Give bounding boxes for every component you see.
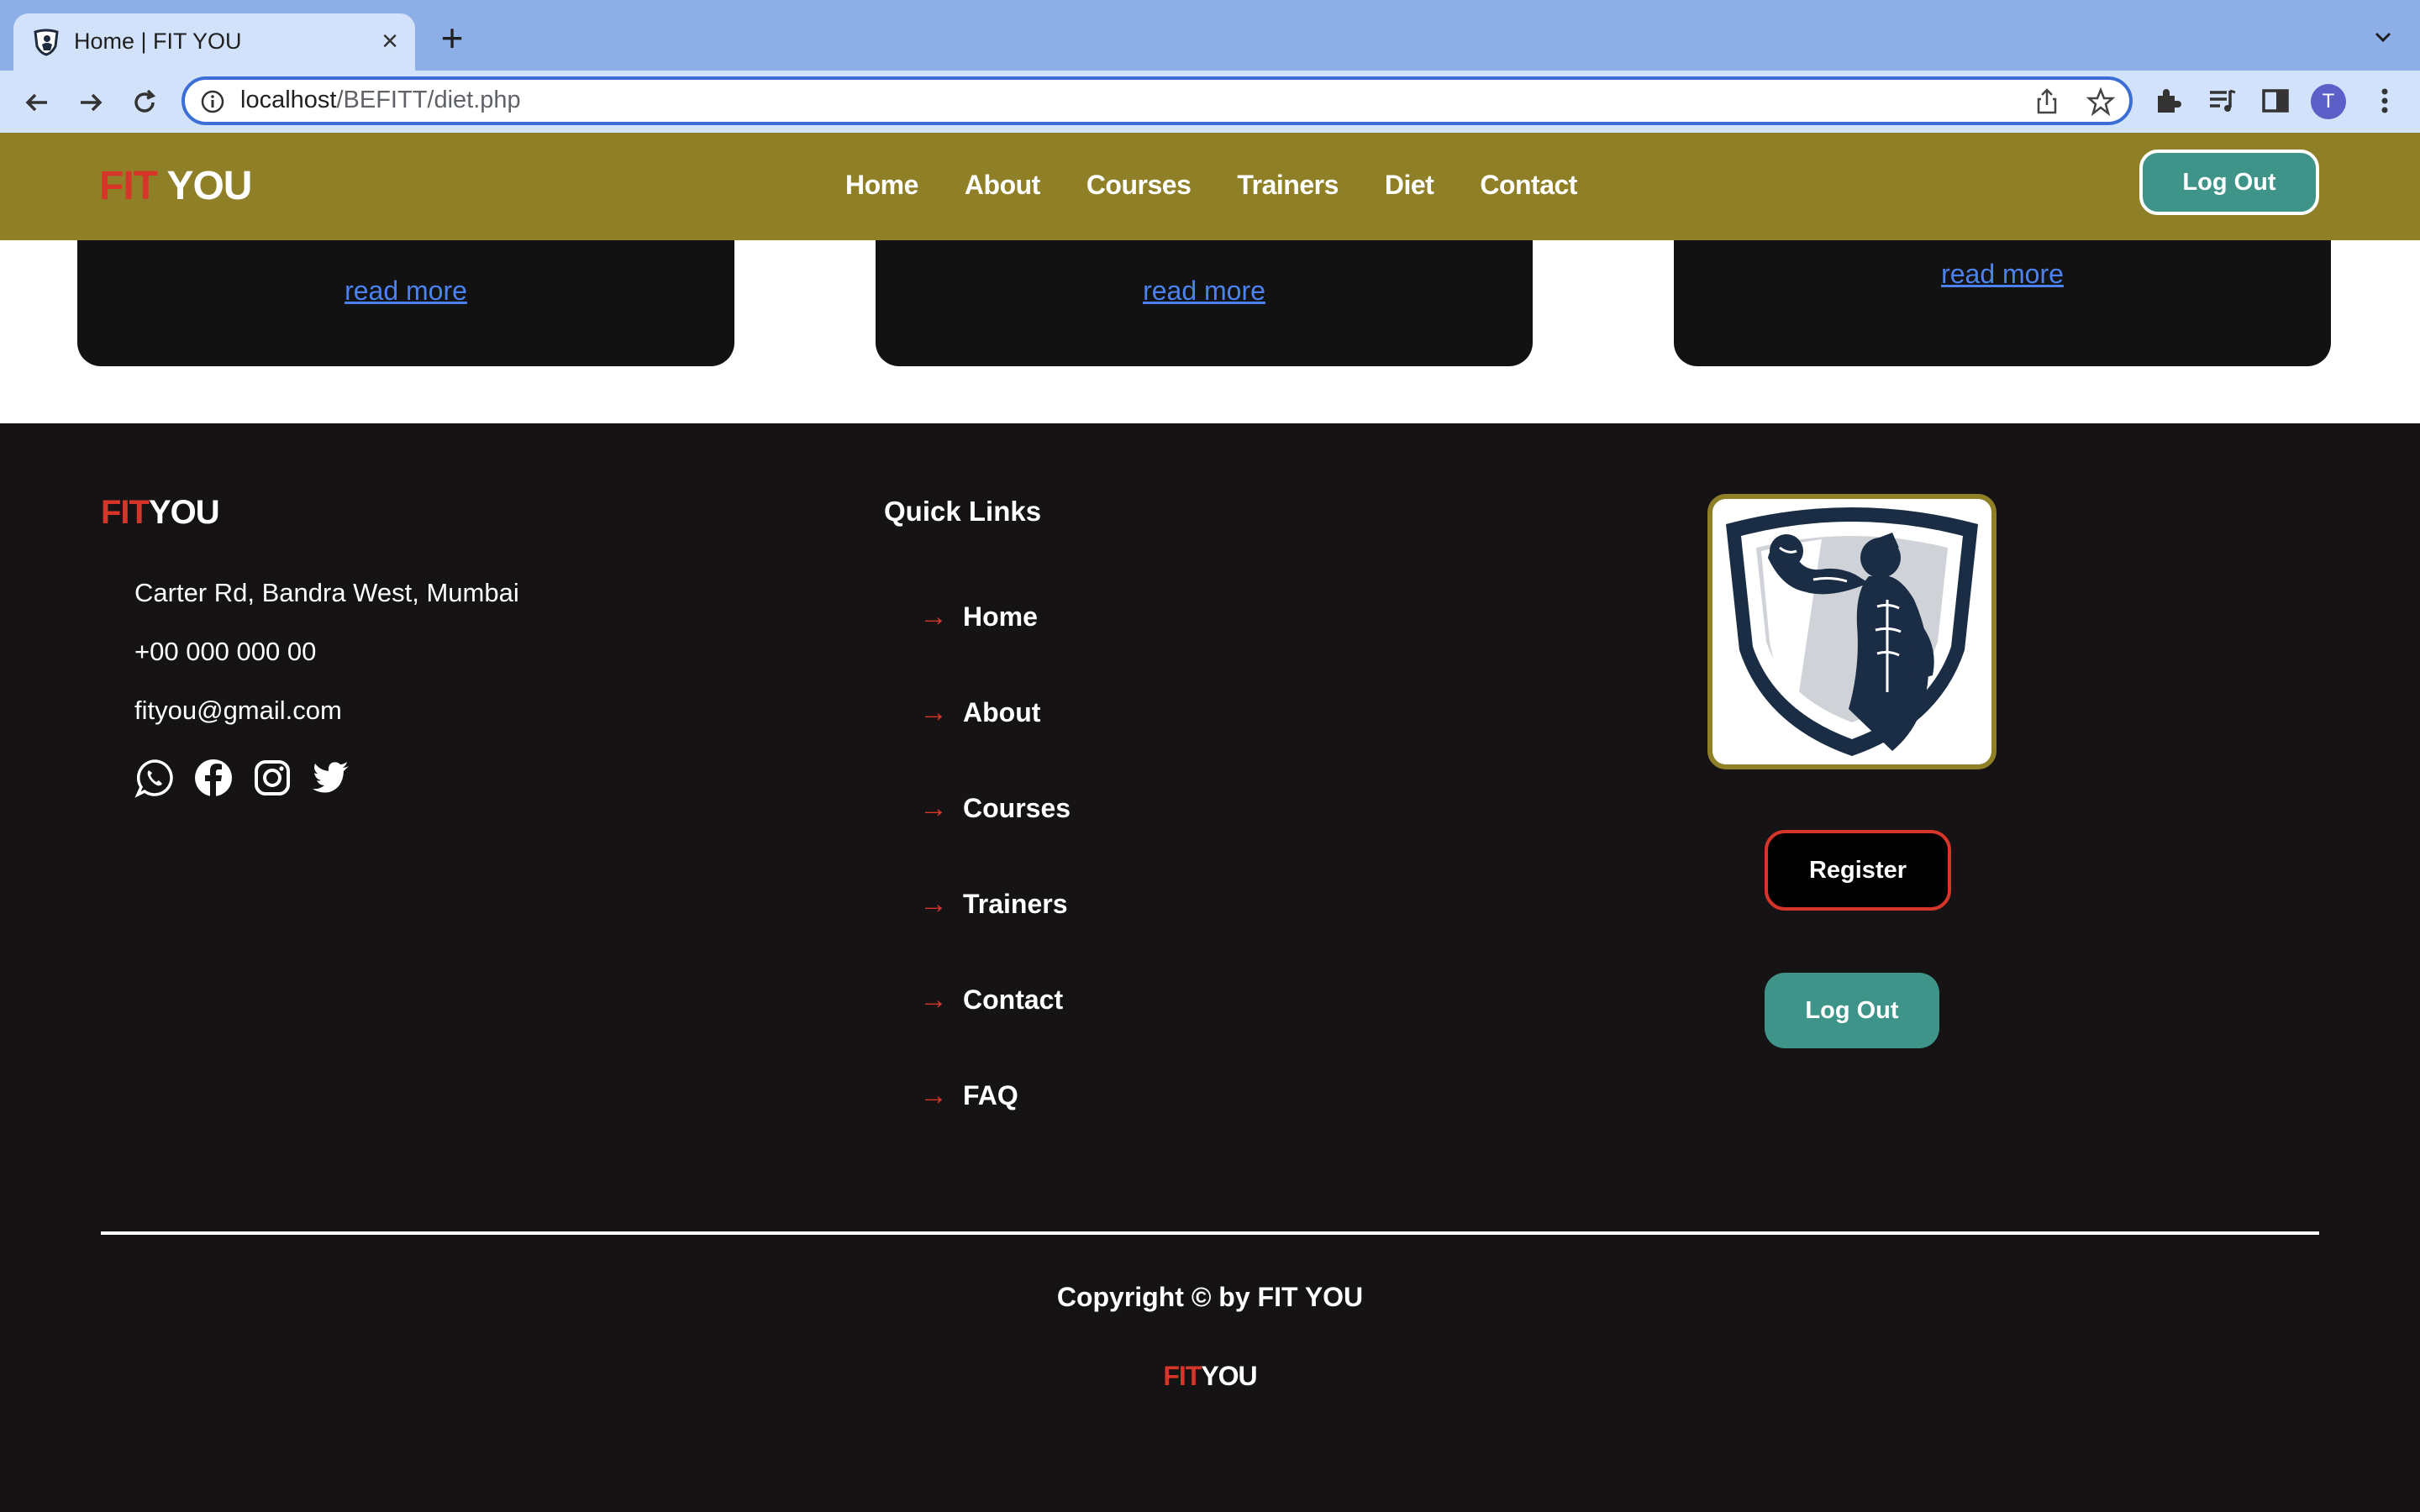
site-header: FIT YOU Home About Courses Trainers Diet… (0, 133, 2420, 240)
twitter-icon[interactable] (311, 758, 351, 798)
site-footer: FITYOU Carter Rd, Bandra West, Mumbai +0… (0, 423, 2420, 1512)
address-bar[interactable]: localhost/BEFITT/diet.php (182, 76, 2133, 125)
header-logout-button[interactable]: Log Out (2139, 150, 2319, 215)
back-arrow-icon[interactable] (20, 86, 54, 119)
arrow-right-icon: → (919, 1079, 948, 1111)
footer-address: Carter Rd, Bandra West, Mumbai (134, 578, 519, 607)
whatsapp-icon[interactable] (134, 758, 175, 798)
copyright-text: Copyright © by FIT YOU (1056, 1282, 1364, 1312)
diet-card: read more (77, 240, 734, 366)
bodybuilder-shield-icon (1726, 507, 1978, 756)
share-icon[interactable] (2032, 87, 2062, 117)
site-favicon-icon (34, 29, 59, 56)
nav-contact[interactable]: Contact (1480, 170, 1577, 201)
tab-close-icon[interactable]: × (376, 27, 403, 55)
brand-fit: FIT (99, 164, 158, 208)
media-playlist-icon[interactable] (2205, 84, 2238, 118)
nav-courses[interactable]: Courses (1086, 170, 1192, 201)
extensions-puzzle-icon[interactable] (2151, 84, 2185, 118)
bottom-brand-you: YOU (1201, 1361, 1257, 1391)
diet-card: read more (876, 240, 1533, 366)
tab-search-chevron-icon[interactable] (2370, 24, 2396, 50)
bottom-brand-fit: FIT (1163, 1361, 1202, 1391)
footer-phone: +00 000 000 00 (134, 637, 317, 666)
quick-link-label: Trainers (963, 889, 1068, 919)
read-more-link[interactable]: read more (77, 276, 734, 307)
footer-email: fityou@gmail.com (134, 696, 342, 725)
quick-links-title: Quick Links (884, 496, 1042, 527)
reload-icon[interactable] (128, 86, 161, 119)
url-host: localhost (240, 87, 337, 113)
arrow-right-icon: → (919, 601, 948, 633)
quick-link-label: Courses (963, 793, 1071, 823)
nav-trainers[interactable]: Trainers (1237, 170, 1339, 201)
new-tab-button[interactable]: + (435, 18, 469, 57)
quick-link-label: FAQ (963, 1080, 1018, 1110)
register-button[interactable]: Register (1765, 830, 1951, 911)
read-more-link[interactable]: read more (1674, 259, 2331, 290)
footer-bottom-brand: FITYOU (0, 1361, 2420, 1392)
facebook-icon[interactable] (193, 758, 234, 798)
browser-tab-bar: Home | FIT YOU × + (0, 0, 2420, 71)
footer-logout-button[interactable]: Log Out (1765, 973, 1939, 1048)
nav-home[interactable]: Home (845, 170, 918, 201)
arrow-right-icon: → (919, 888, 948, 920)
arrow-right-icon: → (919, 792, 948, 824)
quick-link-label: Contact (963, 984, 1064, 1015)
read-more-link[interactable]: read more (876, 276, 1533, 307)
quick-link-label: Home (963, 601, 1038, 632)
nav-diet[interactable]: Diet (1385, 170, 1434, 201)
diet-card: read more (1674, 240, 2331, 366)
side-panel-icon[interactable] (2259, 84, 2292, 118)
gym-logo-image (1707, 494, 1996, 769)
brand-you: YOU (156, 164, 252, 208)
quick-link-label: About (963, 697, 1041, 727)
site-info-icon[interactable] (200, 89, 225, 114)
arrow-right-icon: → (919, 984, 948, 1016)
site-logo-text[interactable]: FIT YOU (99, 163, 252, 209)
footer-divider (101, 1231, 2319, 1235)
tab-title: Home | FIT YOU (74, 29, 242, 54)
footer-brand: FITYOU (101, 494, 220, 532)
footer-brand-fit: FIT (101, 494, 150, 531)
arrow-right-icon: → (919, 696, 948, 728)
forward-arrow-icon[interactable] (74, 86, 108, 119)
profile-avatar[interactable]: T (2311, 84, 2346, 119)
instagram-icon[interactable] (252, 758, 292, 798)
bookmark-star-icon[interactable] (2086, 87, 2116, 117)
url-path: /BEFITT/diet.php (336, 87, 521, 113)
footer-brand-you: YOU (148, 494, 220, 531)
browser-tab[interactable]: Home | FIT YOU × (13, 13, 415, 71)
main-nav: Home About Courses Trainers Diet Contact (845, 170, 1623, 201)
browser-menu-kebab-icon[interactable] (2368, 84, 2402, 118)
url-text[interactable]: localhost/BEFITT/diet.php (240, 87, 521, 114)
nav-about[interactable]: About (965, 170, 1040, 201)
